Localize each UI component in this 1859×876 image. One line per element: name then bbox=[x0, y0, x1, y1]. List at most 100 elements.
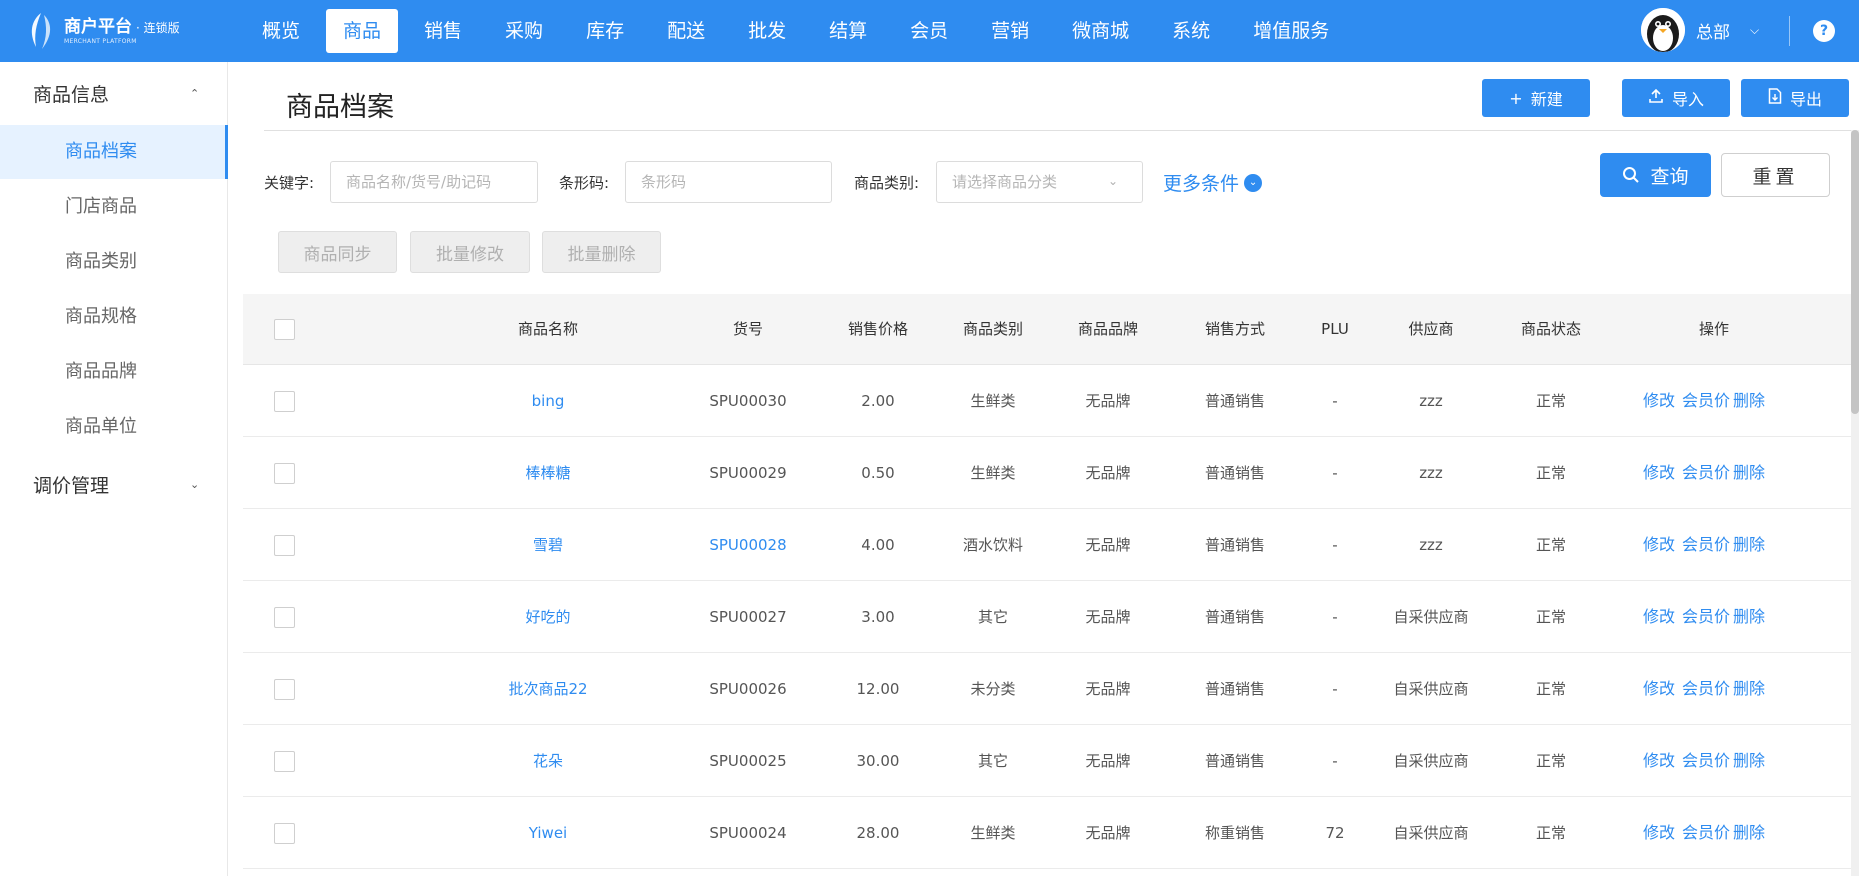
row-checkbox[interactable] bbox=[274, 607, 295, 628]
cell-name[interactable]: 花朵 bbox=[443, 726, 653, 796]
row-checkbox[interactable] bbox=[274, 535, 295, 556]
new-button[interactable]: + 新建 bbox=[1482, 79, 1590, 117]
cell-plu: - bbox=[1332, 680, 1338, 698]
select-all-checkbox[interactable] bbox=[274, 319, 295, 340]
nav-item[interactable]: 销售 bbox=[407, 9, 479, 53]
cell-name[interactable]: 好吃的 bbox=[443, 582, 653, 652]
nav-item[interactable]: 营销 bbox=[974, 9, 1046, 53]
row-checkbox[interactable] bbox=[274, 463, 295, 484]
nav-item[interactable]: 批发 bbox=[731, 9, 803, 53]
edit-link[interactable]: 修改 bbox=[1643, 654, 1675, 724]
cell-supplier: zzz bbox=[1419, 536, 1443, 554]
member-price-link[interactable]: 会员价 bbox=[1682, 438, 1730, 508]
sidebar-item[interactable]: 门店商品 bbox=[0, 180, 228, 234]
chevron-down-icon: ⌄ bbox=[190, 477, 200, 491]
cell-brand: 无品牌 bbox=[1085, 680, 1131, 698]
member-price-link[interactable]: 会员价 bbox=[1682, 366, 1730, 436]
leaf-logo-icon bbox=[26, 11, 56, 51]
sidebar-group-label: 调价管理 bbox=[33, 474, 110, 497]
sidebar-group-price-adjust[interactable]: 调价管理 ⌄ bbox=[0, 456, 228, 512]
member-price-link[interactable]: 会员价 bbox=[1682, 798, 1730, 868]
member-price-link[interactable]: 会员价 bbox=[1682, 510, 1730, 580]
cell-name[interactable]: bing bbox=[443, 366, 653, 436]
delete-link[interactable]: 删除 bbox=[1733, 798, 1765, 868]
row-checkbox[interactable] bbox=[274, 391, 295, 412]
edit-link[interactable]: 修改 bbox=[1643, 438, 1675, 508]
barcode-input[interactable] bbox=[625, 161, 832, 203]
avatar[interactable] bbox=[1641, 8, 1685, 52]
brand-logo[interactable]: 商户平台 · 连锁版 MERCHANT PLATFORM bbox=[26, 10, 180, 52]
sidebar-group-product-info[interactable]: 商品信息 ⌃ bbox=[0, 65, 228, 121]
sidebar-item[interactable]: 商品类别 bbox=[0, 235, 228, 289]
import-button-label: 导入 bbox=[1671, 90, 1704, 109]
nav-item[interactable]: 结算 bbox=[812, 9, 884, 53]
table-row: 雪碧 SPU00028 4.00 酒水饮料 无品牌 普通销售 - zzz 正常 修改 会员价 删除 bbox=[243, 510, 1851, 581]
delete-link[interactable]: 删除 bbox=[1733, 654, 1765, 724]
chevron-down-icon[interactable]: ⌄ bbox=[1108, 174, 1118, 188]
cell-price: 4.00 bbox=[861, 536, 895, 554]
edit-link[interactable]: 修改 bbox=[1643, 582, 1675, 652]
nav-item[interactable]: 概览 bbox=[245, 9, 317, 53]
batch-delete-button[interactable]: 批量删除 bbox=[542, 231, 661, 273]
cell-name[interactable]: Yiwei bbox=[443, 798, 653, 868]
cell-supplier: 自采供应商 bbox=[1393, 680, 1469, 698]
user-menu[interactable]: 总部 ⌵ bbox=[1641, 8, 1759, 52]
row-checkbox[interactable] bbox=[274, 679, 295, 700]
nav-item[interactable]: 采购 bbox=[488, 9, 560, 53]
help-icon[interactable]: ? bbox=[1813, 20, 1835, 42]
query-button[interactable]: 查询 bbox=[1600, 153, 1711, 197]
edit-link[interactable]: 修改 bbox=[1643, 366, 1675, 436]
user-name[interactable]: 总部 bbox=[1696, 18, 1730, 43]
cell-name[interactable]: 雪碧 bbox=[443, 510, 653, 580]
keyword-input[interactable] bbox=[330, 161, 538, 203]
reset-button[interactable]: 重置 bbox=[1721, 153, 1830, 197]
sidebar-item[interactable]: 商品规格 bbox=[0, 290, 228, 344]
batch-edit-button[interactable]: 批量修改 bbox=[410, 231, 530, 273]
nav-item[interactable]: 商品 bbox=[326, 9, 399, 53]
nav-item[interactable]: 配送 bbox=[650, 9, 722, 53]
chevron-down-circle-icon: ⌄ bbox=[1244, 173, 1263, 192]
sidebar-item[interactable]: 商品单位 bbox=[0, 400, 228, 454]
delete-link[interactable]: 删除 bbox=[1733, 582, 1765, 652]
sidebar-item[interactable]: 商品档案 bbox=[0, 125, 228, 179]
nav-item[interactable]: 系统 bbox=[1155, 9, 1227, 53]
row-checkbox[interactable] bbox=[274, 823, 295, 844]
chevron-down-icon[interactable]: ⌵ bbox=[1750, 23, 1759, 38]
header-ops: 操作 bbox=[1698, 320, 1729, 338]
cell-category: 生鲜类 bbox=[970, 824, 1016, 842]
sidebar-item[interactable]: 商品品牌 bbox=[0, 345, 228, 399]
cell-sale-mode: 普通销售 bbox=[1204, 608, 1265, 626]
nav-item[interactable]: 微商城 bbox=[1055, 9, 1146, 53]
member-price-link[interactable]: 会员价 bbox=[1682, 654, 1730, 724]
cell-name[interactable]: 批次商品22 bbox=[443, 654, 653, 724]
row-checkbox[interactable] bbox=[274, 751, 295, 772]
new-button-label: 新建 bbox=[1530, 90, 1563, 109]
member-price-link[interactable]: 会员价 bbox=[1682, 726, 1730, 796]
nav-item[interactable]: 库存 bbox=[569, 9, 641, 53]
export-button[interactable]: 导出 bbox=[1741, 79, 1849, 117]
cell-code[interactable]: SPU00028 bbox=[688, 510, 808, 580]
delete-link[interactable]: 删除 bbox=[1733, 438, 1765, 508]
member-price-link[interactable]: 会员价 bbox=[1682, 582, 1730, 652]
more-conditions-label: 更多条件 bbox=[1163, 173, 1240, 195]
edit-link[interactable]: 修改 bbox=[1643, 510, 1675, 580]
scrollbar-thumb[interactable] bbox=[1851, 130, 1859, 414]
delete-link[interactable]: 删除 bbox=[1733, 726, 1765, 796]
delete-link[interactable]: 删除 bbox=[1733, 366, 1765, 436]
import-button[interactable]: 导入 bbox=[1622, 79, 1730, 117]
cell-status: 正常 bbox=[1535, 464, 1566, 482]
edit-link[interactable]: 修改 bbox=[1643, 726, 1675, 796]
more-conditions-toggle[interactable]: 更多条件 ⌄ bbox=[1163, 169, 1263, 196]
cell-plu: - bbox=[1332, 752, 1338, 770]
cell-code: SPU00029 bbox=[709, 464, 787, 482]
product-sync-button[interactable]: 商品同步 bbox=[278, 231, 397, 273]
nav-item[interactable]: 增值服务 bbox=[1236, 9, 1346, 53]
cell-code: SPU00027 bbox=[709, 608, 787, 626]
sidebar-group-label: 商品信息 bbox=[33, 83, 110, 106]
cell-name[interactable]: 棒棒糖 bbox=[443, 438, 653, 508]
edit-link[interactable]: 修改 bbox=[1643, 798, 1675, 868]
nav-item[interactable]: 会员 bbox=[893, 9, 965, 53]
cell-sale-mode: 普通销售 bbox=[1204, 536, 1265, 554]
delete-link[interactable]: 删除 bbox=[1733, 510, 1765, 580]
cell-status: 正常 bbox=[1535, 752, 1566, 770]
